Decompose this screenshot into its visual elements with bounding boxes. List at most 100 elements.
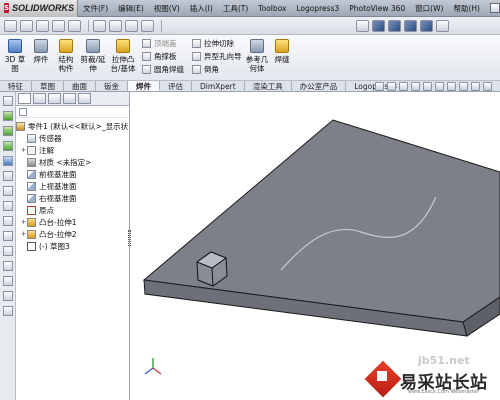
linear-pattern-icon[interactable] — [2, 216, 13, 226]
help-icon[interactable] — [436, 19, 449, 32]
tree-node-boss-extrude-1[interactable]: + 凸台-拉伸1 — [16, 216, 129, 228]
tree-node-top-plane[interactable]: 上视基准面 — [16, 180, 129, 192]
tree-root-label: 零件1 (默认<<默认>_显示状 — [28, 121, 129, 131]
tab-sketch[interactable]: 草图 — [32, 81, 64, 91]
offset-entities-icon[interactable] — [2, 186, 13, 196]
tree-node-sketch-3[interactable]: (-) 草图3 — [16, 240, 129, 252]
part-icon — [16, 121, 25, 131]
end-cap-button[interactable]: 顶端盖 — [142, 38, 177, 49]
tree-node-origin[interactable]: 原点 — [16, 204, 129, 216]
tab-office-products[interactable]: 办公室产品 — [292, 81, 347, 91]
display-style-icon[interactable] — [435, 82, 444, 91]
weld-bead-button[interactable]: 焊缝 — [272, 39, 292, 64]
isometric-view-icon[interactable] — [372, 19, 385, 32]
tab-sheet-metal[interactable]: 钣金 — [96, 81, 128, 91]
tab-dimxpert[interactable]: DimXpert — [192, 81, 245, 91]
menu-edit[interactable]: 编辑(E) — [113, 3, 149, 14]
menu-window[interactable]: 窗口(W) — [410, 3, 448, 14]
rapid-sketch-icon[interactable] — [2, 291, 13, 301]
plane-icon[interactable] — [2, 156, 13, 166]
tab-weldments[interactable]: 焊件 — [128, 81, 160, 91]
options-icon[interactable] — [109, 19, 122, 32]
tree-node-front-plane[interactable]: 前视基准面 — [16, 168, 129, 180]
menu-insert[interactable]: 插入(I) — [185, 3, 218, 14]
instant-3d-icon[interactable] — [2, 306, 13, 316]
section-view-icon[interactable] — [411, 82, 420, 91]
menu-toolbox[interactable]: Toolbox — [253, 4, 291, 13]
appearance-icon[interactable] — [141, 19, 154, 32]
convert-entities-icon[interactable] — [2, 171, 13, 181]
save-icon[interactable] — [36, 19, 49, 32]
feature-tree-tab-icon[interactable] — [18, 93, 31, 104]
watermark-subtitle: www.Easck.Com Webmaster — [408, 389, 480, 395]
tree-node-annotations[interactable]: + 注解 — [16, 144, 129, 156]
spline-icon[interactable] — [2, 126, 13, 136]
undo-icon[interactable] — [68, 19, 81, 32]
tab-features[interactable]: 特征 — [0, 81, 32, 91]
menu-tools[interactable]: 工具(T) — [218, 3, 253, 14]
tree-filter[interactable] — [16, 106, 129, 118]
menu-view[interactable]: 视图(V) — [149, 3, 185, 14]
move-entities-icon[interactable] — [2, 231, 13, 241]
end-cap-label: 顶端盖 — [154, 39, 177, 48]
apply-scene-icon[interactable] — [471, 82, 480, 91]
structural-member-button[interactable]: 结构构件 — [56, 39, 76, 73]
quick-snaps-icon[interactable] — [2, 276, 13, 286]
smart-dimension-icon[interactable] — [2, 96, 13, 106]
menu-file[interactable]: 文件(F) — [78, 3, 113, 14]
view-orientation-icon[interactable] — [356, 19, 369, 32]
gusset-button[interactable]: 角撑板 — [142, 51, 177, 62]
open-icon[interactable] — [20, 19, 33, 32]
chamfer-button[interactable]: 倒角 — [192, 64, 219, 75]
new-icon[interactable] — [4, 19, 17, 32]
trim-extend-button[interactable]: 剪裁/延伸 — [80, 39, 106, 73]
hole-wizard-button[interactable]: 异型孔向导 — [192, 51, 242, 62]
fillet-bead-button[interactable]: 圆角焊缝 — [142, 64, 184, 75]
right-view-icon[interactable] — [420, 19, 433, 32]
top-view-icon[interactable] — [404, 19, 417, 32]
hide-show-icon[interactable] — [447, 82, 456, 91]
edit-appearance-icon[interactable] — [459, 82, 468, 91]
extruded-boss-label: 拉伸凸台/基体 — [110, 55, 136, 73]
tree-node-right-plane[interactable]: 右视基准面 — [16, 192, 129, 204]
property-manager-tab-icon[interactable] — [33, 93, 46, 104]
tree-node-sensors[interactable]: 传感器 — [16, 132, 129, 144]
point-icon[interactable] — [2, 141, 13, 151]
extruded-cut-button[interactable]: 拉伸切除 — [192, 38, 234, 49]
zoom-to-fit-icon[interactable] — [375, 82, 384, 91]
tree-node-boss-extrude-2[interactable]: + 凸台-拉伸2 — [16, 228, 129, 240]
menu-help[interactable]: 帮助(H) — [448, 3, 485, 14]
3d-sketch-button[interactable]: 3D 草图 — [4, 39, 26, 73]
weldment-button[interactable]: 焊件 — [30, 39, 52, 64]
rebuild-icon[interactable] — [93, 19, 106, 32]
reference-geometry-button[interactable]: 参考几何体 — [244, 39, 270, 73]
relations-icon[interactable] — [2, 246, 13, 256]
dimxpert-manager-tab-icon[interactable] — [63, 93, 76, 104]
new-document-icon[interactable] — [489, 3, 500, 13]
view-orientation-icon[interactable] — [423, 82, 432, 91]
sketch-line-icon[interactable] — [2, 111, 13, 121]
tree-expander[interactable]: + — [20, 146, 27, 154]
previous-view-icon[interactable] — [399, 82, 408, 91]
3d-sketch-label: 3D 草图 — [4, 55, 26, 73]
repair-sketch-icon[interactable] — [2, 261, 13, 271]
tree-root-part[interactable]: 零件1 (默认<<默认>_显示状 — [16, 120, 129, 132]
tab-render-tools[interactable]: 渲染工具 — [245, 81, 292, 91]
tree-node-material[interactable]: 材质 <未指定> — [16, 156, 129, 168]
front-view-icon[interactable] — [388, 19, 401, 32]
view-settings-icon[interactable] — [483, 82, 492, 91]
tree-expander[interactable]: + — [20, 230, 27, 238]
solidworks-logo[interactable]: S SOLIDWORKS — [0, 0, 78, 17]
mirror-entities-icon[interactable] — [2, 201, 13, 211]
menu-logopress[interactable]: Logopress3 — [291, 4, 344, 13]
zoom-area-icon[interactable] — [387, 82, 396, 91]
tab-surfaces[interactable]: 曲面 — [64, 81, 96, 91]
extruded-boss-button[interactable]: 拉伸凸台/基体 — [110, 39, 136, 73]
display-manager-tab-icon[interactable] — [78, 93, 91, 104]
select-icon[interactable] — [125, 19, 138, 32]
print-icon[interactable] — [52, 19, 65, 32]
tree-expander[interactable]: + — [20, 218, 27, 226]
configuration-manager-tab-icon[interactable] — [48, 93, 61, 104]
tab-evaluate[interactable]: 评估 — [160, 81, 192, 91]
menu-photoview[interactable]: PhotoView 360 — [344, 4, 410, 13]
